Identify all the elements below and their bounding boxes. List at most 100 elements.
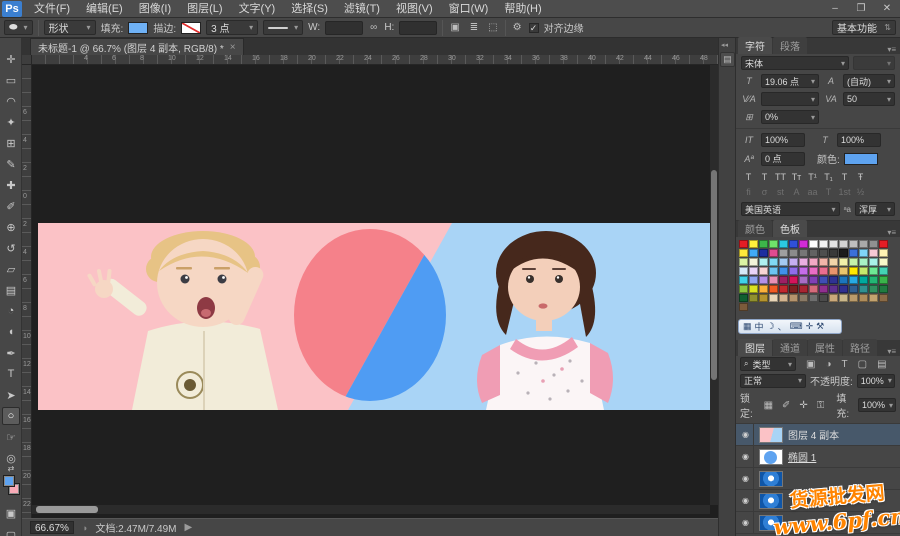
eraser-tool[interactable]: ▱ [2, 260, 20, 278]
layer-filter-icon[interactable]: ▤ [875, 359, 888, 370]
tab-swatches[interactable]: 色板 [773, 220, 807, 237]
color-swatch[interactable] [779, 276, 788, 284]
layer-name[interactable]: 椭圆 1 [788, 449, 816, 464]
color-swatch[interactable] [829, 258, 838, 266]
path-operation-icon[interactable]: ≣ [468, 22, 480, 33]
type-style-button[interactable]: T¹ [805, 171, 820, 184]
color-swatch[interactable] [839, 240, 848, 248]
opentype-button[interactable]: aa [805, 186, 820, 199]
color-swatch[interactable] [839, 267, 848, 275]
color-swatch[interactable] [869, 240, 878, 248]
ime-icon[interactable]: ⚒ [816, 321, 824, 332]
menu-item-选择(S)[interactable]: 选择(S) [283, 0, 336, 18]
color-swatch[interactable] [759, 285, 768, 293]
swap-colors-icon[interactable]: ⇄ [2, 462, 20, 474]
blend-mode-select[interactable]: 正常 ▾ [740, 374, 806, 388]
color-swatch[interactable] [769, 240, 778, 248]
layer-row[interactable]: ◉ 椭圆 1 [736, 446, 900, 468]
opentype-button[interactable]: A [789, 186, 804, 199]
tracking-select[interactable]: 50 ▾ [843, 92, 895, 106]
lock-icon[interactable]: ▦ [762, 400, 775, 411]
tab-character[interactable]: 字符 [738, 37, 772, 54]
type-style-button[interactable]: T [837, 171, 852, 184]
clone-stamp-tool[interactable]: ⊕ [2, 218, 20, 236]
layer-visibility-toggle[interactable]: ◉ [738, 446, 754, 468]
color-swatch[interactable] [749, 249, 758, 257]
fill-color-swatch[interactable] [128, 22, 148, 34]
color-swatch[interactable] [799, 267, 808, 275]
leading-select[interactable]: (自动) ▾ [843, 74, 895, 88]
color-swatch[interactable] [779, 240, 788, 248]
color-swatch[interactable] [789, 249, 798, 257]
quick-selection-tool[interactable]: ✦ [2, 113, 20, 131]
layer-thumbnail[interactable] [759, 493, 783, 509]
restore-button[interactable]: ❐ [848, 1, 874, 17]
font-style-select[interactable]: ▾ [853, 56, 895, 70]
color-swatch[interactable] [809, 294, 818, 302]
color-swatch[interactable] [739, 249, 748, 257]
color-swatch[interactable] [749, 285, 758, 293]
color-swatch[interactable] [769, 294, 778, 302]
color-swatch[interactable] [779, 249, 788, 257]
gear-icon[interactable]: ⚙ [511, 22, 524, 33]
color-swatch[interactable] [839, 249, 848, 257]
history-panel-icon[interactable]: ▤ [720, 52, 735, 67]
color-swatch[interactable] [799, 294, 808, 302]
color-swatch[interactable] [799, 276, 808, 284]
lasso-tool[interactable]: ◠ [2, 92, 20, 110]
blur-tool[interactable]: ◔ [2, 302, 20, 320]
color-swatch[interactable] [819, 294, 828, 302]
color-swatch[interactable] [839, 258, 848, 266]
close-tab-icon[interactable]: × [230, 42, 236, 53]
canvas-viewport[interactable] [32, 65, 710, 505]
stroke-color-swatch[interactable] [181, 22, 201, 34]
layer-visibility-toggle[interactable]: ◉ [738, 468, 754, 490]
color-swatch[interactable] [859, 240, 868, 248]
layer-visibility-toggle[interactable]: ◉ [738, 490, 754, 512]
ime-icon[interactable]: ☽ [767, 321, 775, 332]
color-swatch[interactable] [869, 285, 878, 293]
color-swatch[interactable] [739, 303, 748, 311]
ime-icon[interactable]: ⌨ [790, 321, 803, 332]
color-swatch[interactable] [779, 285, 788, 293]
antialias-select[interactable]: 浑厚 ▾ [855, 202, 895, 216]
gradient-tool[interactable]: ▤ [2, 281, 20, 299]
color-swatch[interactable] [849, 267, 858, 275]
color-swatch[interactable] [869, 294, 878, 302]
ime-language-bar[interactable]: ▦中☽、⌨✛⚒ [738, 319, 842, 334]
foreground-color-swatch[interactable] [3, 475, 15, 487]
color-swatch[interactable] [849, 258, 858, 266]
color-swatch[interactable] [759, 294, 768, 302]
tab-channels[interactable]: 通道 [773, 339, 807, 356]
color-swatch[interactable] [859, 285, 868, 293]
layer-visibility-toggle[interactable]: ◉ [738, 512, 754, 534]
layer-thumbnail[interactable] [759, 471, 783, 487]
color-swatch[interactable] [879, 267, 888, 275]
menu-item-滤镜(T)[interactable]: 滤镜(T) [336, 0, 388, 18]
color-swatch[interactable] [849, 240, 858, 248]
color-swatch[interactable] [879, 285, 888, 293]
layer-filter-icon[interactable]: ◑ [823, 359, 833, 370]
color-swatch[interactable] [749, 294, 758, 302]
path-selection-tool[interactable]: ➤ [2, 386, 20, 404]
tab-paragraph[interactable]: 段落 [773, 37, 807, 54]
font-family-select[interactable]: 宋体 ▾ [741, 56, 849, 70]
color-swatch[interactable] [829, 285, 838, 293]
color-swatch[interactable] [819, 285, 828, 293]
color-swatch[interactable] [779, 258, 788, 266]
crop-tool[interactable]: ⊞ [2, 134, 20, 152]
baseline-shift-field[interactable]: 0 点 [761, 152, 805, 166]
layer-filter-icon[interactable]: T [840, 359, 850, 370]
marquee-tool[interactable]: ▭ [2, 71, 20, 89]
close-button[interactable]: ✕ [874, 1, 900, 17]
color-swatch[interactable] [759, 258, 768, 266]
opentype-button[interactable]: ½ [853, 186, 868, 199]
layer-row[interactable]: ◉图层 4 副本 [736, 424, 900, 446]
healing-brush-tool[interactable]: ✚ [2, 176, 20, 194]
layer-filter-icon[interactable]: ▢ [856, 359, 869, 370]
color-swatch[interactable] [879, 276, 888, 284]
language-select[interactable]: 美国英语 ▾ [741, 202, 840, 216]
tool-preset-picker[interactable]: ⬬ ▾ [4, 20, 33, 35]
color-swatch[interactable] [859, 258, 868, 266]
menu-item-文字(Y)[interactable]: 文字(Y) [231, 0, 284, 18]
